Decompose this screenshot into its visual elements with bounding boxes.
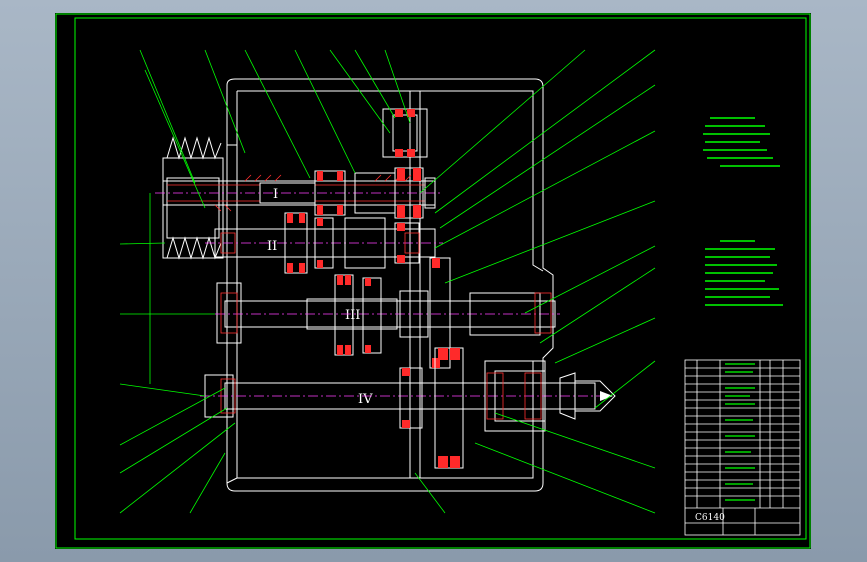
shaft-1: I xyxy=(155,167,440,219)
v-belt-pulley xyxy=(162,136,224,260)
shaft-3: III xyxy=(215,257,560,369)
drawing-number: C6140 xyxy=(695,513,725,523)
technical-notes-bottom xyxy=(705,240,783,306)
drawing-sheet: I II III IV C6140 xyxy=(55,13,811,549)
gearbox-housing xyxy=(226,78,554,492)
cad-drawing: I II III IV C6140 xyxy=(55,13,811,549)
shaft-label-1: I xyxy=(273,187,278,202)
shaft-label-4: IV xyxy=(358,392,373,407)
leader-lines xyxy=(119,49,656,514)
shaft-2: II xyxy=(205,212,443,274)
shaft-label-2: II xyxy=(267,239,277,254)
shaft-4: IV xyxy=(200,347,616,469)
title-block xyxy=(684,359,801,536)
technical-notes-top xyxy=(703,117,780,167)
